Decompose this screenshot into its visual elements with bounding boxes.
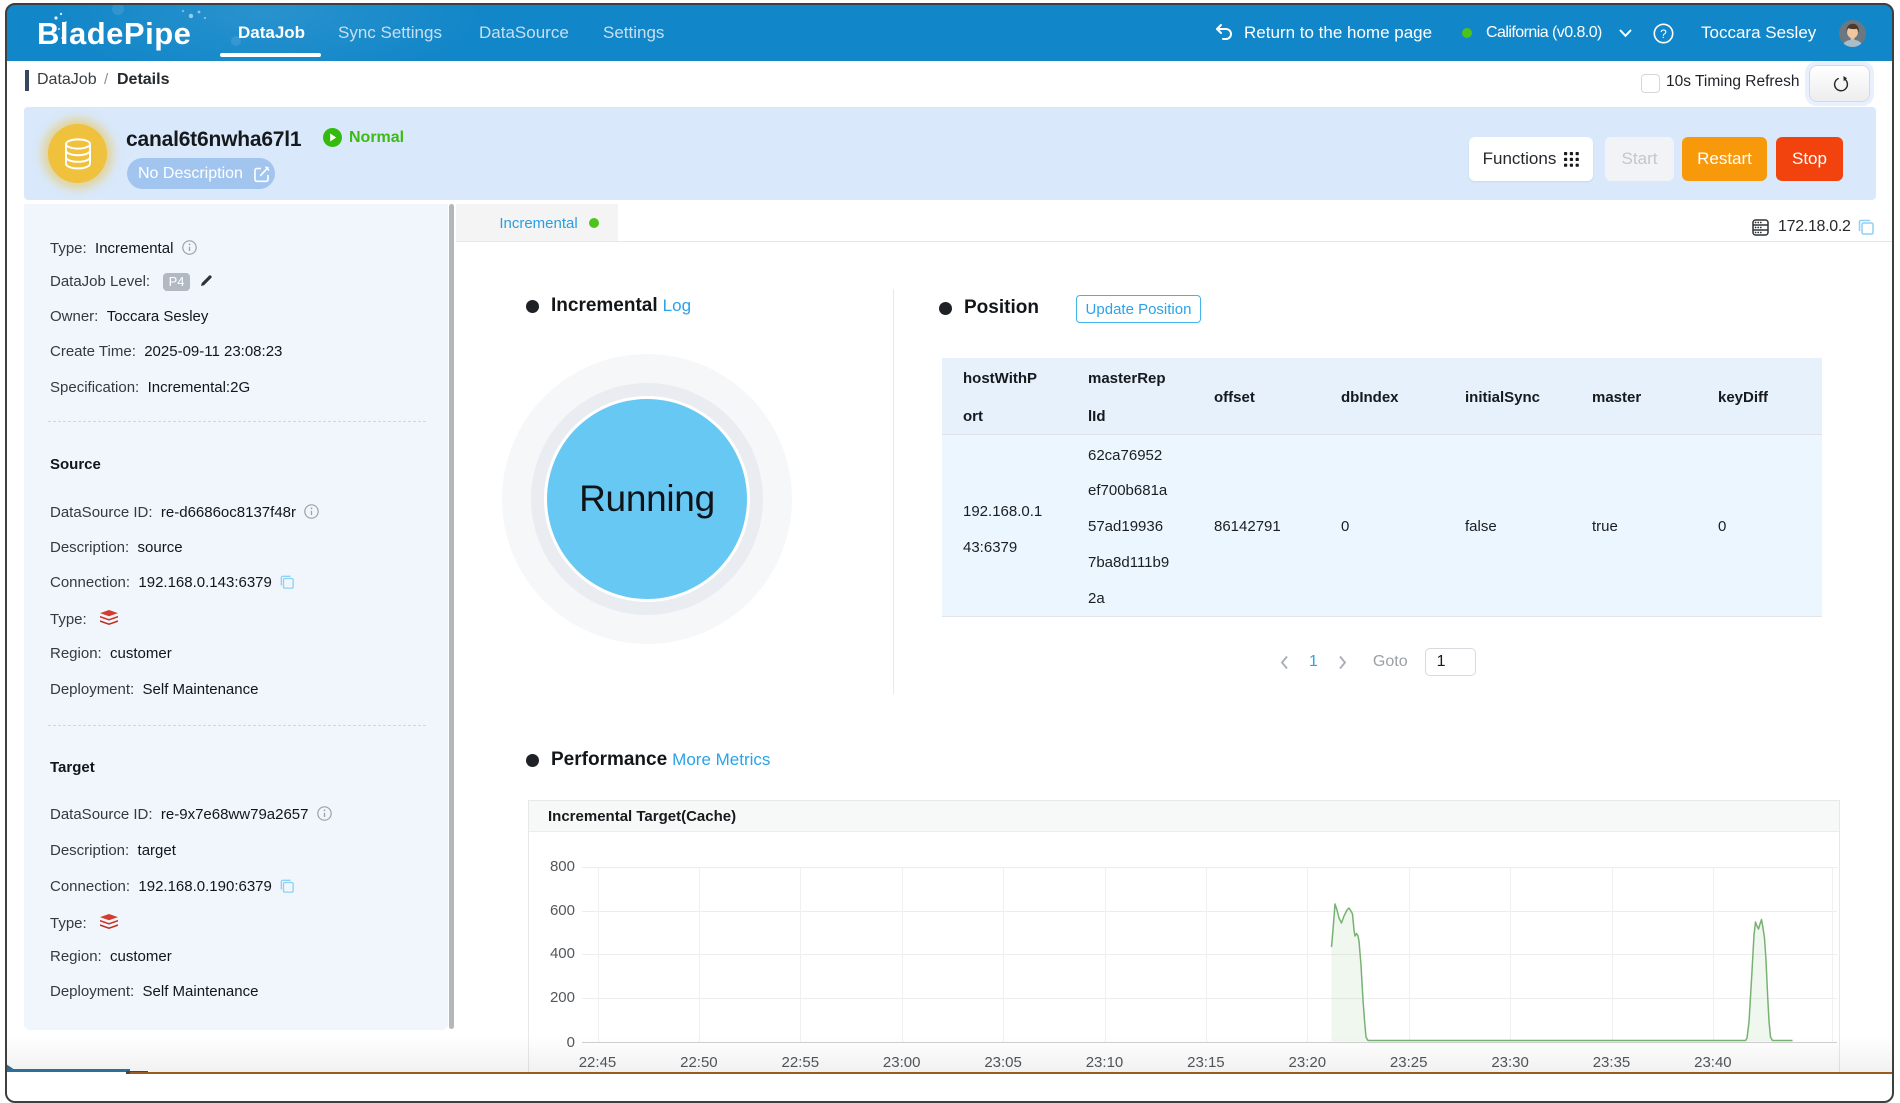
svg-text:?: ?	[1660, 27, 1667, 41]
